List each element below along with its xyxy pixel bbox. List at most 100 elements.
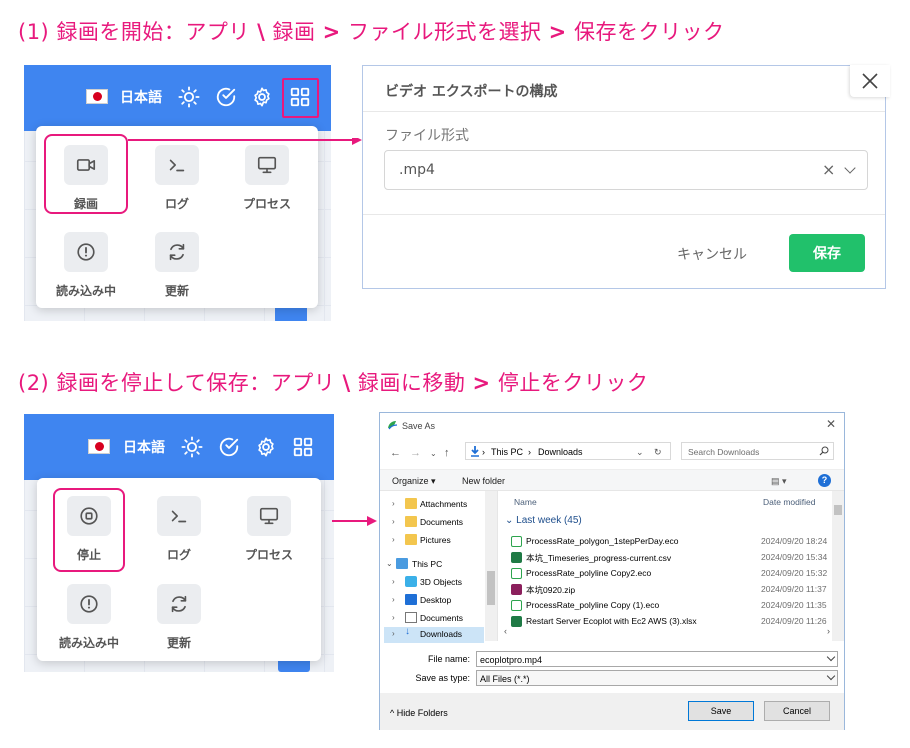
sun-icon[interactable] (178, 86, 200, 108)
file-list: Name Date modified ⌄ Last week (45) Proc… (499, 491, 844, 641)
nav-scrollbar-thumb[interactable] (487, 571, 495, 605)
cube-icon (405, 576, 417, 587)
organize-button[interactable]: Organize ▾ (392, 476, 436, 487)
nav-item-this-pc[interactable]: ⌄ This PC (384, 557, 492, 573)
column-header-name[interactable]: Name (514, 497, 537, 507)
check-circle-icon[interactable] (215, 86, 237, 108)
file-format-label: ファイル形式 (385, 128, 469, 144)
monitor-icon (257, 156, 277, 174)
sun-icon[interactable] (181, 436, 203, 458)
file-row[interactable]: 本坑0920.zip 2024/09/20 11:37 (511, 582, 831, 598)
menu-tile-label: プロセス (242, 197, 291, 211)
arrow-1 (128, 138, 362, 145)
menu-tile-label: ログ (164, 197, 189, 211)
step2-title: (2) 録画を停止して保存：アプリ \ 録画に移動 > 停止をクリック (18, 371, 649, 395)
forward-arrow-icon[interactable]: → (410, 447, 421, 459)
nav-item-documents[interactable]: › Documents (384, 515, 492, 531)
menu-tile-loading[interactable]: 読み込み中 (44, 584, 134, 651)
breadcrumb-downloads[interactable]: Downloads (538, 447, 583, 457)
excel-file-icon (511, 616, 522, 627)
chevron-down-icon[interactable] (844, 162, 856, 174)
column-header-date[interactable]: Date modified (763, 497, 815, 507)
apps-grid-icon[interactable] (292, 436, 314, 458)
menu-tile-label: 読み込み中 (58, 636, 119, 650)
up-arrow-icon[interactable]: ↑ (444, 447, 450, 459)
menu-tile-loading[interactable]: 読み込み中 (41, 232, 131, 299)
address-bar[interactable]: › This PC › Downloads ⌄ ↻ (465, 442, 671, 460)
refresh-icon (171, 595, 187, 613)
horizontal-scrollbar[interactable]: ‹ › (500, 626, 832, 639)
selected-format: .mp4 (399, 162, 435, 178)
close-button[interactable] (850, 65, 890, 97)
dialog-title: Save As (402, 421, 436, 431)
file-row[interactable]: ProcessRate_polyline Copy (1).eco 2024/0… (511, 598, 831, 614)
nav-item-desktop[interactable]: › Desktop (384, 593, 492, 609)
back-arrow-icon[interactable]: ← (390, 447, 401, 459)
app-header: 日本語 (24, 65, 331, 131)
stop-tile-highlight (53, 488, 125, 572)
search-input[interactable]: Search Downloads (681, 442, 834, 460)
dialog-title: ビデオ エクスポートの構成 (385, 84, 558, 100)
file-format-select[interactable]: .mp4 × (384, 150, 868, 190)
download-icon: ↓ (405, 626, 410, 637)
file-list-scrollbar[interactable] (832, 491, 844, 641)
dialog-footer: ^ Hide Folders Save Cancel (380, 693, 844, 730)
menu-tile-label: 更新 (166, 636, 191, 650)
nav-item-downloads[interactable]: › ↓ Downloads (384, 626, 484, 643)
save-button[interactable]: Save (688, 701, 754, 721)
nav-item-3d-objects[interactable]: › 3D Objects (384, 575, 492, 591)
file-row[interactable]: ProcessRate_polygon_1stepPerDay.eco 2024… (511, 534, 831, 550)
video-export-dialog: ビデオ エクスポートの構成 ファイル形式 .mp4 × キャンセル 保存 (362, 65, 890, 289)
apps-button-highlight[interactable] (282, 78, 319, 118)
group-header[interactable]: ⌄ Last week (45) (505, 515, 582, 526)
step1-title: (1) 録画を開始：アプリ \ 録画 > ファイル形式を選択 > 保存をクリック (18, 20, 725, 44)
record-tile-highlight (44, 134, 128, 214)
file-row[interactable]: ProcessRate_polyline Copy2.eco 2024/09/2… (511, 566, 831, 582)
gear-icon[interactable] (255, 436, 277, 458)
file-name-input[interactable]: ecoplotpro.mp4 (476, 651, 838, 667)
save-type-select[interactable]: All Files (*.*) (476, 670, 838, 686)
nav-item-attachments[interactable]: › Attachments (384, 497, 492, 513)
close-icon[interactable]: ✕ (826, 417, 836, 431)
cancel-button[interactable]: キャンセル (667, 243, 757, 265)
check-circle-icon[interactable] (218, 436, 240, 458)
eco-file-icon (511, 600, 522, 611)
nav-scrollbar[interactable] (485, 491, 497, 641)
menu-tile-label: 読み込み中 (55, 284, 116, 298)
nav-item-documents-pc[interactable]: › Documents (384, 611, 492, 627)
language-label[interactable]: 日本語 (120, 87, 162, 107)
documents-icon (405, 612, 417, 623)
gear-icon[interactable] (251, 86, 273, 108)
cancel-button[interactable]: Cancel (764, 701, 830, 721)
file-row[interactable]: 本坑_Timeseries_progress-current.csv 2024/… (511, 550, 831, 566)
eco-file-icon (511, 536, 522, 547)
save-as-dialog: Save As ✕ ← → ⌄ ↑ › This PC › Downloads … (379, 412, 845, 730)
navigation-pane: › Attachments › Documents › Pictures ⌄ This … (380, 491, 498, 643)
recent-chevron-icon[interactable]: ⌄ (430, 449, 437, 458)
chevron-down-icon (826, 671, 836, 681)
save-button[interactable]: 保存 (789, 234, 865, 272)
menu-tile-refresh[interactable]: 更新 (134, 584, 224, 651)
language-label[interactable]: 日本語 (123, 437, 165, 457)
menu-tile-process[interactable]: プロセス (224, 496, 314, 563)
clear-icon[interactable]: × (822, 160, 835, 179)
view-options-icon[interactable]: ▤ ▾ (771, 476, 787, 487)
breadcrumb-sep: › (528, 447, 531, 457)
menu-tile-refresh[interactable]: 更新 (132, 232, 222, 299)
nav-item-pictures[interactable]: › Pictures (384, 533, 492, 549)
arrow-2 (332, 516, 377, 526)
japan-flag-icon (88, 439, 110, 454)
menu-tile-log[interactable]: ログ (134, 496, 224, 563)
refresh-icon[interactable]: ↻ (654, 447, 662, 458)
address-dropdown-icon[interactable]: ⌄ (636, 447, 644, 458)
hide-folders-button[interactable]: ^ Hide Folders (390, 708, 448, 718)
alert-circle-icon (77, 243, 95, 261)
terminal-icon (169, 159, 185, 172)
japan-flag-icon (86, 89, 108, 104)
chevron-down-icon (826, 652, 836, 662)
help-icon[interactable]: ? (818, 474, 831, 487)
new-folder-button[interactable]: New folder (462, 476, 505, 486)
toolbar: Organize ▾ New folder ▤ ▾ ? (380, 469, 844, 491)
breadcrumb-this-pc[interactable]: This PC (491, 447, 523, 457)
download-icon (471, 446, 479, 457)
